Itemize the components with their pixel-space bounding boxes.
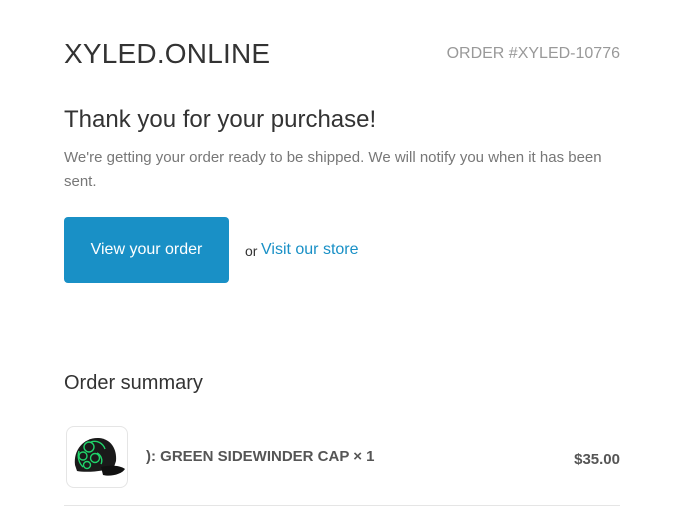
order-number: ORDER #XYLED-10776 <box>446 45 620 62</box>
view-order-button[interactable]: View your order <box>64 217 229 283</box>
shop-name[interactable]: XYLED.ONLINE <box>64 36 270 72</box>
actions: View your order or Visit our store <box>64 217 620 283</box>
line-item: ): GREEN SIDEWINDER CAP × 1 $35.00 <box>64 426 620 488</box>
status-message: We're getting your order ready to be shi… <box>64 149 602 190</box>
product-image <box>66 426 128 488</box>
item-price: $35.00 <box>574 451 620 468</box>
visit-store-link[interactable]: Visit our store <box>261 239 359 261</box>
green-sidewinder-cap-image <box>74 437 125 476</box>
item-title: ): GREEN SIDEWINDER CAP × 1 <box>146 448 375 465</box>
divider <box>64 505 620 506</box>
email-container: XYLED.ONLINE ORDER #XYLED-10776 Thank yo… <box>64 0 620 513</box>
header: XYLED.ONLINE ORDER #XYLED-10776 <box>64 36 620 72</box>
order-summary-title: Order summary <box>64 372 203 394</box>
or-label: or <box>245 243 258 259</box>
page-title: Thank you for your purchase! <box>64 106 377 133</box>
